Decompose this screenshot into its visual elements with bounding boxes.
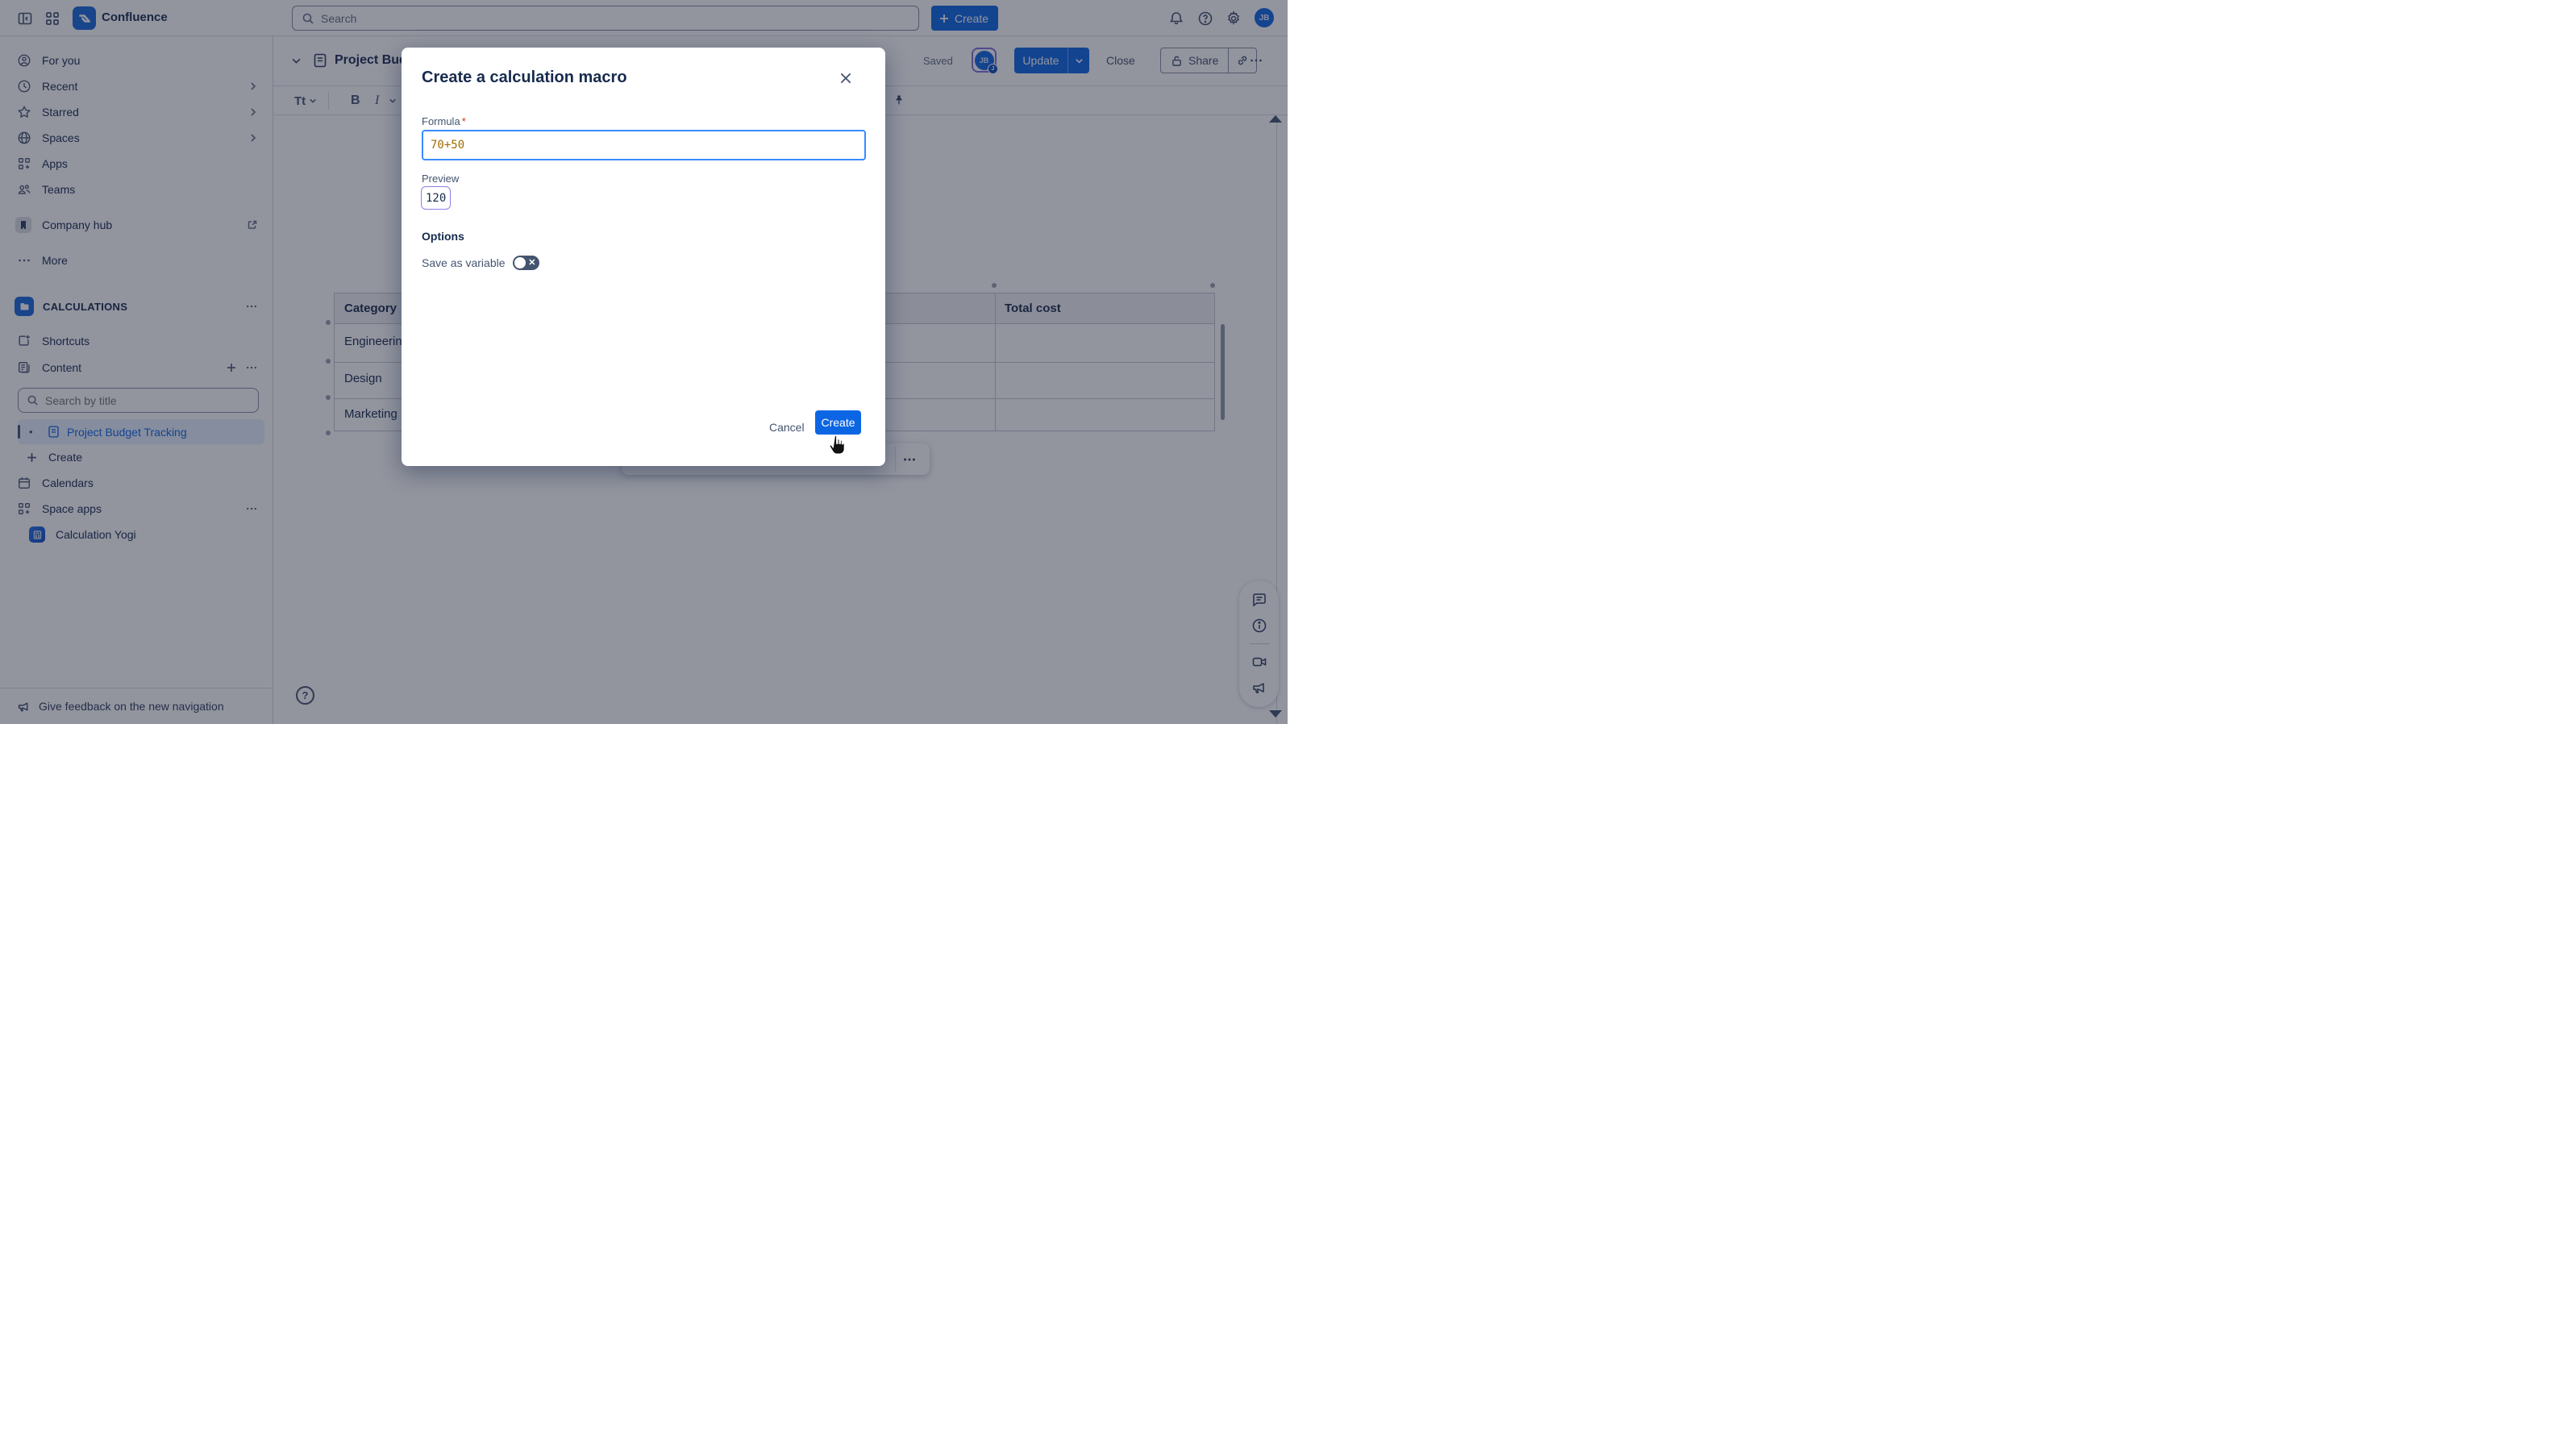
modal-close-button[interactable] (834, 67, 857, 89)
preview-label: Preview (422, 173, 459, 185)
cancel-button[interactable]: Cancel (761, 415, 813, 439)
formula-label: Formula* (422, 115, 466, 127)
formula-input[interactable] (422, 130, 866, 160)
save-as-variable-row: Save as variable ✕ (422, 256, 539, 270)
save-as-variable-toggle[interactable]: ✕ (513, 256, 539, 270)
close-icon (839, 71, 853, 85)
create-calculation-macro-modal: Create a calculation macro Formula* Prev… (402, 48, 885, 466)
toggle-off-x-icon: ✕ (528, 257, 535, 268)
create-button[interactable]: Create (815, 410, 861, 435)
required-marker: * (462, 115, 466, 127)
toggle-knob (514, 257, 526, 268)
preview-value: 120 (421, 186, 451, 210)
toggle-label: Save as variable (422, 256, 506, 269)
options-heading: Options (422, 230, 464, 243)
modal-title: Create a calculation macro (422, 69, 627, 87)
